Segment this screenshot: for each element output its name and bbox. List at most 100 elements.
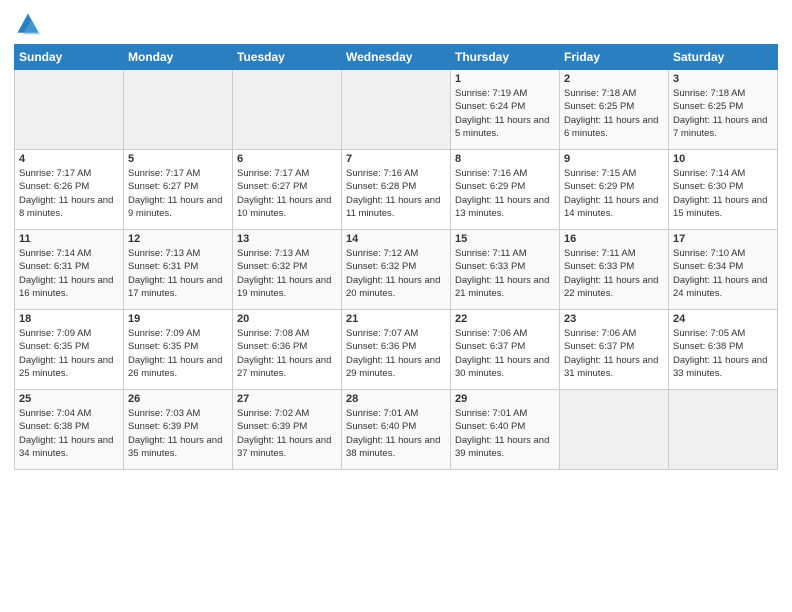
calendar-cell: 29 Sunrise: 7:01 AMSunset: 6:40 PMDayligh… bbox=[451, 390, 560, 470]
info-line: Sunrise: 7:10 AM bbox=[673, 247, 773, 260]
calendar-cell bbox=[15, 70, 124, 150]
info-line: Sunset: 6:32 PM bbox=[237, 260, 337, 273]
day-number: 1 bbox=[455, 73, 555, 85]
info-line: Sunrise: 7:03 AM bbox=[128, 407, 228, 420]
calendar-cell bbox=[233, 70, 342, 150]
calendar-cell: 26 Sunrise: 7:03 AMSunset: 6:39 PMDayligh… bbox=[124, 390, 233, 470]
day-number: 21 bbox=[346, 313, 446, 325]
info-line: Sunset: 6:38 PM bbox=[673, 340, 773, 353]
info-line: Daylight: 11 hours and 20 minutes. bbox=[346, 274, 446, 301]
info-line: Daylight: 11 hours and 30 minutes. bbox=[455, 354, 555, 381]
calendar-cell: 23 Sunrise: 7:06 AMSunset: 6:37 PMDayligh… bbox=[560, 310, 669, 390]
info-line: Daylight: 11 hours and 14 minutes. bbox=[564, 194, 664, 221]
info-line: Daylight: 11 hours and 35 minutes. bbox=[128, 434, 228, 461]
info-line: Sunset: 6:36 PM bbox=[237, 340, 337, 353]
day-info: Sunrise: 7:08 AMSunset: 6:36 PMDaylight:… bbox=[237, 327, 337, 380]
day-number: 11 bbox=[19, 233, 119, 245]
day-number: 5 bbox=[128, 153, 228, 165]
day-number: 26 bbox=[128, 393, 228, 405]
day-number: 28 bbox=[346, 393, 446, 405]
calendar-cell: 8Sunrise: 7:16 AMSunset: 6:29 PMDaylight… bbox=[451, 150, 560, 230]
calendar-cell: 14Sunrise: 7:12 AMSunset: 6:32 PMDayligh… bbox=[342, 230, 451, 310]
calendar-cell: 1Sunrise: 7:19 AMSunset: 6:24 PMDaylight… bbox=[451, 70, 560, 150]
info-line: Sunrise: 7:16 AM bbox=[346, 167, 446, 180]
info-line: Daylight: 11 hours and 27 minutes. bbox=[237, 354, 337, 381]
info-line: Sunrise: 7:06 AM bbox=[455, 327, 555, 340]
info-line: Sunset: 6:26 PM bbox=[19, 180, 119, 193]
day-info: Sunrise: 7:01 AMSunset: 6:40 PMDaylight:… bbox=[455, 407, 555, 460]
day-number: 9 bbox=[564, 153, 664, 165]
calendar-cell: 27 Sunrise: 7:02 AMSunset: 6:39 PMDayligh… bbox=[233, 390, 342, 470]
week-row-0: 1Sunrise: 7:19 AMSunset: 6:24 PMDaylight… bbox=[15, 70, 778, 150]
calendar-cell: 12Sunrise: 7:13 AMSunset: 6:31 PMDayligh… bbox=[124, 230, 233, 310]
info-line: Sunset: 6:30 PM bbox=[673, 180, 773, 193]
info-line: Daylight: 11 hours and 37 minutes. bbox=[237, 434, 337, 461]
day-number: 22 bbox=[455, 313, 555, 325]
day-info: Sunrise: 7:06 AMSunset: 6:37 PMDaylight:… bbox=[564, 327, 664, 380]
header-day-wednesday: Wednesday bbox=[342, 45, 451, 70]
day-info: Sunrise: 7:03 AMSunset: 6:39 PMDaylight:… bbox=[128, 407, 228, 460]
info-line: Sunrise: 7:09 AM bbox=[128, 327, 228, 340]
week-row-2: 11Sunrise: 7:14 AMSunset: 6:31 PMDayligh… bbox=[15, 230, 778, 310]
day-number: 3 bbox=[673, 73, 773, 85]
info-line: Sunset: 6:27 PM bbox=[128, 180, 228, 193]
day-number: 27 bbox=[237, 393, 337, 405]
info-line: Sunrise: 7:18 AM bbox=[673, 87, 773, 100]
calendar-cell: 20 Sunrise: 7:08 AMSunset: 6:36 PMDayligh… bbox=[233, 310, 342, 390]
day-info: Sunrise: 7:17 AMSunset: 6:27 PMDaylight:… bbox=[128, 167, 228, 220]
calendar-cell: 24Sunrise: 7:05 AMSunset: 6:38 PMDayligh… bbox=[669, 310, 778, 390]
calendar-cell bbox=[124, 70, 233, 150]
calendar-cell: 21Sunrise: 7:07 AMSunset: 6:36 PMDayligh… bbox=[342, 310, 451, 390]
info-line: Sunset: 6:27 PM bbox=[237, 180, 337, 193]
calendar-cell bbox=[560, 390, 669, 470]
info-line: Sunrise: 7:19 AM bbox=[455, 87, 555, 100]
info-line: Daylight: 11 hours and 7 minutes. bbox=[673, 114, 773, 141]
info-line: Sunset: 6:40 PM bbox=[455, 420, 555, 433]
day-number: 8 bbox=[455, 153, 555, 165]
day-info: Sunrise: 7:11 AMSunset: 6:33 PMDaylight:… bbox=[455, 247, 555, 300]
header-day-tuesday: Tuesday bbox=[233, 45, 342, 70]
info-line: Sunrise: 7:17 AM bbox=[128, 167, 228, 180]
info-line: Sunrise: 7:13 AM bbox=[237, 247, 337, 260]
info-line: Sunrise: 7:12 AM bbox=[346, 247, 446, 260]
info-line: Sunrise: 7:07 AM bbox=[346, 327, 446, 340]
day-info: Sunrise: 7:11 AMSunset: 6:33 PMDaylight:… bbox=[564, 247, 664, 300]
calendar-cell: 6Sunrise: 7:17 AMSunset: 6:27 PMDaylight… bbox=[233, 150, 342, 230]
calendar-cell: 13Sunrise: 7:13 AMSunset: 6:32 PMDayligh… bbox=[233, 230, 342, 310]
info-line: Daylight: 11 hours and 10 minutes. bbox=[237, 194, 337, 221]
day-info: Sunrise: 7:18 AMSunset: 6:25 PMDaylight:… bbox=[673, 87, 773, 140]
info-line: Sunset: 6:31 PM bbox=[128, 260, 228, 273]
info-line: Sunrise: 7:17 AM bbox=[19, 167, 119, 180]
day-number: 20 bbox=[237, 313, 337, 325]
day-number: 19 bbox=[128, 313, 228, 325]
info-line: Sunrise: 7:04 AM bbox=[19, 407, 119, 420]
day-info: Sunrise: 7:16 AMSunset: 6:28 PMDaylight:… bbox=[346, 167, 446, 220]
info-line: Daylight: 11 hours and 25 minutes. bbox=[19, 354, 119, 381]
info-line: Sunrise: 7:09 AM bbox=[19, 327, 119, 340]
day-info: Sunrise: 7:02 AMSunset: 6:39 PMDaylight:… bbox=[237, 407, 337, 460]
info-line: Sunrise: 7:17 AM bbox=[237, 167, 337, 180]
day-info: Sunrise: 7:05 AMSunset: 6:38 PMDaylight:… bbox=[673, 327, 773, 380]
info-line: Sunset: 6:29 PM bbox=[564, 180, 664, 193]
calendar-cell: 5 Sunrise: 7:17 AMSunset: 6:27 PMDaylight… bbox=[124, 150, 233, 230]
day-number: 12 bbox=[128, 233, 228, 245]
info-line: Sunrise: 7:13 AM bbox=[128, 247, 228, 260]
info-line: Daylight: 11 hours and 15 minutes. bbox=[673, 194, 773, 221]
calendar-cell: 11Sunrise: 7:14 AMSunset: 6:31 PMDayligh… bbox=[15, 230, 124, 310]
day-number: 13 bbox=[237, 233, 337, 245]
info-line: Sunrise: 7:11 AM bbox=[564, 247, 664, 260]
day-info: Sunrise: 7:01 AMSunset: 6:40 PMDaylight:… bbox=[346, 407, 446, 460]
day-number: 7 bbox=[346, 153, 446, 165]
info-line: Daylight: 11 hours and 39 minutes. bbox=[455, 434, 555, 461]
info-line: Sunrise: 7:02 AM bbox=[237, 407, 337, 420]
day-number: 23 bbox=[564, 313, 664, 325]
calendar-cell: 15Sunrise: 7:11 AMSunset: 6:33 PMDayligh… bbox=[451, 230, 560, 310]
calendar-cell bbox=[342, 70, 451, 150]
info-line: Sunset: 6:34 PM bbox=[673, 260, 773, 273]
header-row: SundayMondayTuesdayWednesdayThursdayFrid… bbox=[15, 45, 778, 70]
day-number: 29 bbox=[455, 393, 555, 405]
info-line: Sunrise: 7:11 AM bbox=[455, 247, 555, 260]
day-number: 18 bbox=[19, 313, 119, 325]
week-row-4: 25Sunrise: 7:04 AMSunset: 6:38 PMDayligh… bbox=[15, 390, 778, 470]
day-info: Sunrise: 7:18 AMSunset: 6:25 PMDaylight:… bbox=[564, 87, 664, 140]
